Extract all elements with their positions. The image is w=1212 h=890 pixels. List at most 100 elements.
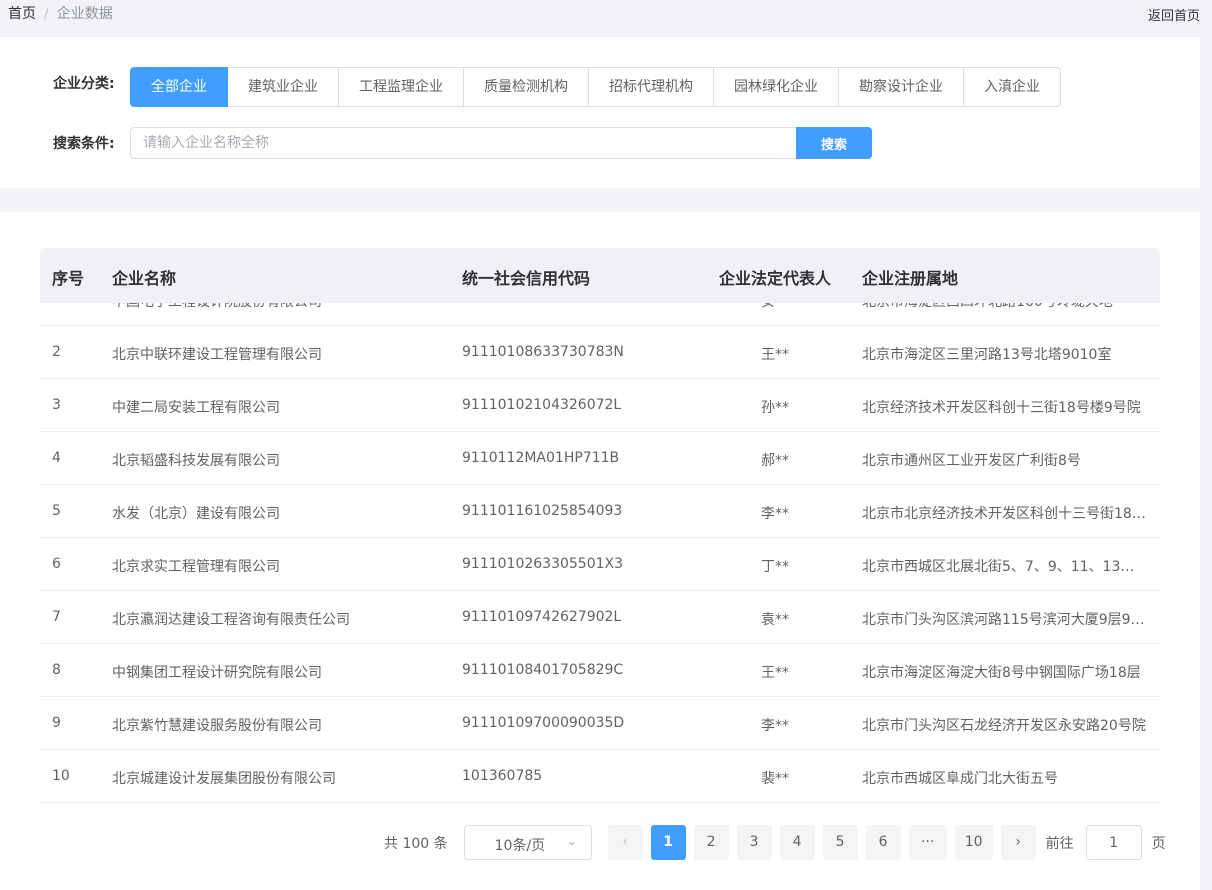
cell-index: 9 (52, 715, 61, 731)
table-row[interactable]: 3 中建二局安装工程有限公司 91110102104326072L 孙** 北京经济技术… (40, 379, 1160, 432)
filter-panel: 企业分类: 全部企业 建筑业企业 工程监理企业 质量检测机构 招标代理机构 园林… (0, 37, 1200, 188)
table-panel: 序号 企业名称 统一社会信用代码 企业法定代表人 企业注册属地 1中国电子工程设… (0, 212, 1200, 890)
cell-addr: 北京市门头沟区滨河路115号滨河大厦9层917 (862, 612, 1147, 628)
cell-rep: 丁** (761, 559, 789, 575)
cell-name: 北京瀛润达建设工程咨询有限责任公司 (112, 612, 350, 628)
chevron-right-icon: › (1015, 834, 1021, 850)
page-button-5[interactable]: 5 (822, 825, 858, 860)
cell-index: 5 (52, 503, 61, 519)
cell-rep: 李** (761, 506, 789, 522)
breadcrumb-current: 企业数据 (56, 6, 113, 22)
chevron-left-icon: ‹ (622, 834, 628, 850)
prev-page-button[interactable]: ‹ (607, 825, 643, 860)
pagination: 共 100 条 10条/页 ⌄ ‹ 1 2 3 4 5 6 ··· 10 › 前… (384, 825, 1166, 860)
cell-code: 91110109742627902L (462, 609, 622, 625)
cell-code: 911101161025854093 (462, 503, 623, 519)
cell-code: 9110112MA01HP711B (462, 450, 620, 466)
page-button-4[interactable]: 4 (779, 825, 815, 860)
header-name: 企业名称 (112, 269, 177, 288)
category-button-landscaping[interactable]: 园林绿化企业 (714, 67, 839, 107)
table-row[interactable]: 4 北京韬盛科技发展有限公司 9110112MA01HP711B 郝** 北京市通州区工… (40, 432, 1160, 485)
breadcrumb-home-link[interactable]: 首页 (8, 6, 36, 22)
chevron-down-icon: ⌄ (566, 834, 577, 848)
cell-index: 2 (52, 344, 61, 360)
cell-addr: 北京市海淀区三里河路13号北塔9010室 (862, 347, 1112, 363)
cell-addr: 北京市门头沟区石龙经济开发区永安路20号院 (862, 718, 1146, 734)
page-button-6[interactable]: 6 (865, 825, 901, 860)
category-label: 企业分类: (53, 76, 115, 92)
cell-addr: 北京市西城区北展北街5、7、9、11、13、15号 (862, 559, 1147, 575)
enterprise-table: 序号 企业名称 统一社会信用代码 企业法定代表人 企业注册属地 1中国电子工程设… (40, 248, 1160, 803)
table-header: 序号 企业名称 统一社会信用代码 企业法定代表人 企业注册属地 (40, 248, 1160, 303)
page-button-1[interactable]: 1 (650, 825, 686, 860)
pagination-total: 共 100 条 (384, 835, 448, 852)
cell-code: 91110108401705829C (462, 662, 624, 678)
search-label: 搜索条件: (53, 136, 115, 152)
cell-index: 7 (52, 609, 61, 625)
search-input[interactable] (130, 127, 796, 159)
cell-index: 4 (52, 450, 61, 466)
category-button-bidding-agency[interactable]: 招标代理机构 (589, 67, 714, 107)
category-button-construction[interactable]: 建筑业企业 (228, 67, 339, 107)
category-button-group: 全部企业 建筑业企业 工程监理企业 质量检测机构 招标代理机构 园林绿化企业 勘… (130, 67, 1061, 107)
cell-rep: 裴** (761, 771, 789, 787)
cell-rep: 郝** (761, 453, 789, 469)
table-row[interactable]: 5 水发（北京）建设有限公司 911101161025854093 李** 北京市北京经… (40, 485, 1160, 538)
cell-addr: 北京市北京经济技术开发区科创十三号街18号院 (862, 506, 1147, 522)
page-button-10[interactable]: 10 (954, 825, 993, 860)
cell-name: 北京中联环建设工程管理有限公司 (112, 347, 322, 363)
header-rep: 企业法定代表人 (719, 269, 832, 288)
cell-index: 6 (52, 556, 61, 572)
table-row[interactable]: 6 北京求实工程管理有限公司 9111010263305501X3 丁** 北京市西城区… (40, 538, 1160, 591)
page-size-select[interactable]: 10条/页 ⌄ (463, 825, 592, 860)
cell-name: 北京紫竹慧建设服务股份有限公司 (112, 718, 322, 734)
cell-code: 91110102104326072L (462, 397, 622, 413)
category-button-entering-yunnan[interactable]: 入滇企业 (964, 67, 1061, 107)
table-body[interactable]: 1中国电子工程设计院股份有限公司91110000400000719C安**北京市… (40, 273, 1160, 803)
table-row[interactable]: 2 北京中联环建设工程管理有限公司 91110108633730783N 王** 北京市… (40, 326, 1160, 379)
goto-label: 前往 (1045, 835, 1074, 852)
search-button[interactable]: 搜索 (796, 127, 872, 159)
page-button-3[interactable]: 3 (736, 825, 772, 860)
cell-name: 中建二局安装工程有限公司 (112, 400, 280, 416)
cell-addr: 北京市通州区工业开发区广利街8号 (862, 453, 1081, 469)
cell-code: 101360785 (462, 768, 543, 784)
table-row[interactable]: 7 北京瀛润达建设工程咨询有限责任公司 91110109742627902L 袁** 北… (40, 591, 1160, 644)
cell-name: 北京城建设计发展集团股份有限公司 (112, 771, 336, 787)
cell-index: 10 (52, 768, 70, 784)
category-button-all[interactable]: 全部企业 (130, 67, 228, 107)
header-addr: 企业注册属地 (862, 269, 959, 288)
goto-page-input[interactable] (1085, 825, 1142, 860)
category-button-quality-testing[interactable]: 质量检测机构 (464, 67, 589, 107)
page-size-value: 10条/页 (494, 838, 546, 854)
cell-rep: 王** (761, 347, 789, 363)
cell-rep: 孙** (761, 400, 789, 416)
breadcrumb: 首页 / 企业数据 (8, 3, 113, 23)
header-index: 序号 (52, 269, 85, 288)
page-suffix: 页 (1151, 835, 1166, 852)
page-button-2[interactable]: 2 (693, 825, 729, 860)
cell-name: 北京求实工程管理有限公司 (112, 559, 280, 575)
cell-addr: 北京经济技术开发区科创十三街18号楼9号院 (862, 400, 1141, 416)
cell-addr: 北京市海淀区海淀大街8号中钢国际广场18层 (862, 665, 1141, 681)
table-row[interactable]: 10 北京城建设计发展集团股份有限公司 101360785 裴** 北京市西城区阜成门北… (40, 750, 1160, 803)
category-button-survey-design[interactable]: 勘察设计企业 (839, 67, 964, 107)
more-pages-button[interactable]: ··· (908, 825, 947, 860)
category-button-supervision[interactable]: 工程监理企业 (339, 67, 464, 107)
cell-index: 3 (52, 397, 61, 413)
cell-code: 91110109700090035D (462, 715, 625, 731)
cell-name: 北京韬盛科技发展有限公司 (112, 453, 280, 469)
back-home-link[interactable]: 返回首页 (1148, 5, 1200, 24)
next-page-button[interactable]: › (1000, 825, 1036, 860)
cell-code: 9111010263305501X3 (462, 556, 624, 572)
breadcrumb-separator: / (44, 6, 49, 22)
cell-name: 水发（北京）建设有限公司 (112, 506, 280, 522)
table-row[interactable]: 8 中钢集团工程设计研究院有限公司 91110108401705829C 王** 北京市… (40, 644, 1160, 697)
table-row[interactable]: 9 北京紫竹慧建设服务股份有限公司 91110109700090035D 李** 北京市… (40, 697, 1160, 750)
cell-addr: 北京市西城区阜成门北大街五号 (862, 771, 1058, 787)
cell-code: 91110108633730783N (462, 344, 624, 360)
cell-rep: 李** (761, 718, 789, 734)
cell-index: 8 (52, 662, 61, 678)
cell-name: 中钢集团工程设计研究院有限公司 (112, 665, 322, 681)
cell-rep: 王** (761, 665, 789, 681)
